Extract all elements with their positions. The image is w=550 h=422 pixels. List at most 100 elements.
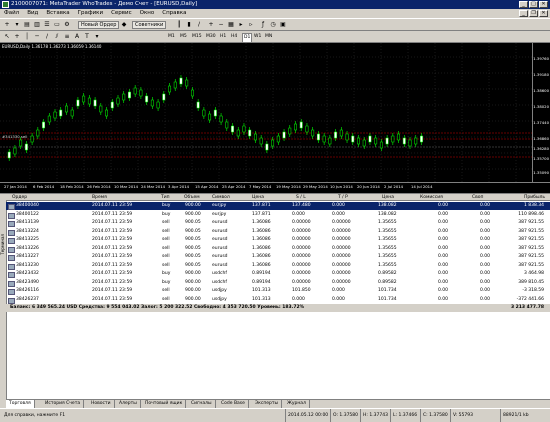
line-chart-icon[interactable]: ∕ (195, 21, 203, 29)
tf-h4[interactable]: H4 (231, 33, 237, 41)
cell-type: sell (162, 228, 170, 234)
table-row[interactable]: 38413224 2014.07.11 23:59 sell 900.05 eurusd… (6, 228, 550, 236)
cursor-icon[interactable]: ↖ (3, 33, 11, 41)
menu-charts[interactable]: Графики (74, 9, 107, 18)
channel-icon[interactable]: ⫽ (53, 33, 61, 41)
tab-signals[interactable]: Сигналы (188, 400, 216, 408)
table-row[interactable]: 38413226 2014.07.11 23:59 sell 900.05 eurusd… (6, 245, 550, 253)
terminal-icon[interactable]: ▭ (53, 21, 61, 29)
arrows-icon[interactable]: ▾ (93, 33, 101, 41)
table-row[interactable]: 38423432 2014.07.11 23:59 buy 900.00 usdchf 0… (6, 270, 550, 278)
tab-code-base[interactable]: Code Base (218, 400, 249, 408)
tab-trade[interactable]: Торговля (6, 400, 35, 408)
table-row[interactable]: 38413230 2014.07.11 23:59 sell 900.05 eurusd… (6, 262, 550, 270)
col-type[interactable]: Тип (161, 194, 170, 201)
tab-journal[interactable]: Журнал (284, 400, 310, 408)
label-icon[interactable]: T (83, 33, 91, 41)
vertical-line-icon[interactable]: │ (23, 33, 31, 41)
tf-h1[interactable]: H1 (220, 33, 226, 41)
minimize-button[interactable]: _ (519, 1, 528, 8)
table-row[interactable]: 38413139 2014.07.11 23:59 sell 900.05 eurusd… (6, 219, 550, 227)
cell-tp: 0.00000 (332, 279, 351, 285)
text-icon[interactable]: A (73, 33, 81, 41)
table-row[interactable]: 38400040 2014.07.11 23:59 buy 900.00 eurjpy 1… (6, 202, 550, 210)
mdi-restore-button[interactable]: ❐ (529, 10, 538, 17)
horizontal-line-icon[interactable]: ─ (33, 33, 41, 41)
tab-account-history[interactable]: История Счета (42, 400, 85, 408)
tile-windows-icon[interactable]: ▦ (227, 21, 235, 29)
cell-symbol: usdjpy (212, 288, 227, 293)
col-profit[interactable]: Прибыль (524, 194, 545, 201)
col-symbol[interactable]: Символ (212, 194, 230, 201)
tab-alerts[interactable]: Алерты (116, 400, 141, 408)
table-row[interactable]: 38423490 2014.07.11 23:59 buy 900.00 usdchf 0… (6, 279, 550, 287)
cell-swap: 0.00 (480, 220, 491, 225)
chart-window[interactable]: EURUSD,Daily 1.36178 1.36273 1.36059 1.3… (0, 43, 550, 193)
cell-tp: 0.000 (332, 296, 345, 302)
trendline-icon[interactable]: ∕ (43, 33, 51, 41)
balance-row: Баланс: 6 349 565.24 USD Средства: 9 554… (6, 304, 550, 312)
data-window-icon[interactable]: ▥ (33, 21, 41, 29)
fibonacci-icon[interactable]: ≡ (63, 33, 71, 41)
menu-file[interactable]: Файл (0, 9, 23, 18)
table-row[interactable]: 38426237 2014.07.11 23:59 sell 900.00 usdjpy… (6, 296, 550, 304)
autoscroll-icon[interactable]: ▸ (237, 21, 245, 29)
new-chart-icon[interactable]: + (3, 21, 11, 29)
periods-icon[interactable]: ◷ (269, 21, 277, 29)
crosshair-icon[interactable]: + (13, 33, 21, 41)
tf-d1[interactable]: D1 (242, 33, 253, 43)
table-row[interactable]: 38413225 2014.07.11 23:59 sell 900.05 eurusd… (6, 236, 550, 244)
candle-body (402, 137, 406, 145)
tf-m30[interactable]: M30 (206, 33, 216, 41)
col-tp[interactable]: T / P (338, 194, 348, 201)
terminal-panel: Терминал Ордер Время Тип Объем Символ Це… (0, 193, 550, 409)
col-volume[interactable]: Объем (184, 194, 200, 201)
tf-mn[interactable]: MN (265, 33, 272, 41)
templates-icon[interactable]: ▣ (279, 21, 287, 29)
table-row[interactable]: 38426116 2014.07.11 23:59 sell 900.00 usdjpy… (6, 287, 550, 295)
col-commission[interactable]: Комиссия (420, 194, 443, 201)
col-sl[interactable]: S / L (296, 194, 306, 201)
cell-symbol: eurjpy (212, 203, 227, 208)
tf-m5[interactable]: M5 (180, 33, 187, 41)
tf-w1[interactable]: W1 (254, 33, 261, 41)
indicators-icon[interactable]: ƒ (259, 21, 267, 29)
close-button[interactable]: ✕ (539, 1, 548, 8)
col-price[interactable]: Цена (252, 194, 264, 201)
tf-m15[interactable]: M15 (192, 33, 202, 41)
candle-body (173, 81, 177, 89)
col-swap[interactable]: Своп (472, 194, 484, 201)
menu-window[interactable]: Окно (136, 9, 159, 18)
menu-help[interactable]: Справка (158, 9, 190, 18)
candle-chart-icon[interactable]: ▮ (185, 21, 193, 29)
menu-insert[interactable]: Вставка (42, 9, 73, 18)
tab-news[interactable]: Новости (88, 400, 115, 408)
col-time[interactable]: Время (92, 194, 107, 201)
zoom-out-icon[interactable]: − (217, 21, 225, 29)
menu-tools[interactable]: Сервис (107, 9, 136, 18)
tab-mailbox[interactable]: Почтовый ящик (142, 400, 187, 408)
price-chart[interactable] (0, 43, 533, 183)
col-order[interactable]: Ордер (12, 194, 27, 201)
new-order-button[interactable]: Новый Ордер (78, 21, 120, 29)
mdi-close-button[interactable]: ✕ (539, 10, 548, 17)
col-current-price[interactable]: Цена (382, 194, 394, 201)
cell-order: 38413224 (16, 228, 39, 234)
zoom-in-icon[interactable]: + (207, 21, 215, 29)
chart-shift-icon[interactable]: ▹ (247, 21, 255, 29)
tester-icon[interactable]: ⚙ (63, 21, 71, 29)
price-axis: 1.39760 1.39180 1.38600 1.38020 1.37440 … (532, 43, 550, 183)
mdi-minimize-button[interactable]: _ (519, 10, 528, 17)
tab-experts[interactable]: Эксперты (252, 400, 283, 408)
advisors-button[interactable]: Советники (132, 21, 167, 29)
bar-chart-icon[interactable]: ┃ (175, 21, 183, 29)
market-watch-icon[interactable]: ▤ (23, 21, 31, 29)
table-row[interactable]: 38400122 2014.07.11 23:59 buy 900.00 eurjpy 1… (6, 211, 550, 219)
table-row[interactable]: 38413227 2014.07.11 23:59 sell 900.05 eurusd… (6, 253, 550, 261)
maximize-button[interactable]: □ (529, 1, 538, 8)
tf-m1[interactable]: M1 (168, 33, 175, 41)
profiles-icon[interactable]: ▾ (13, 21, 21, 29)
navigator-icon[interactable]: ☰ (43, 21, 51, 29)
menu-view[interactable]: Вид (23, 9, 42, 18)
metaeditor-icon[interactable]: ◆ (120, 21, 128, 29)
